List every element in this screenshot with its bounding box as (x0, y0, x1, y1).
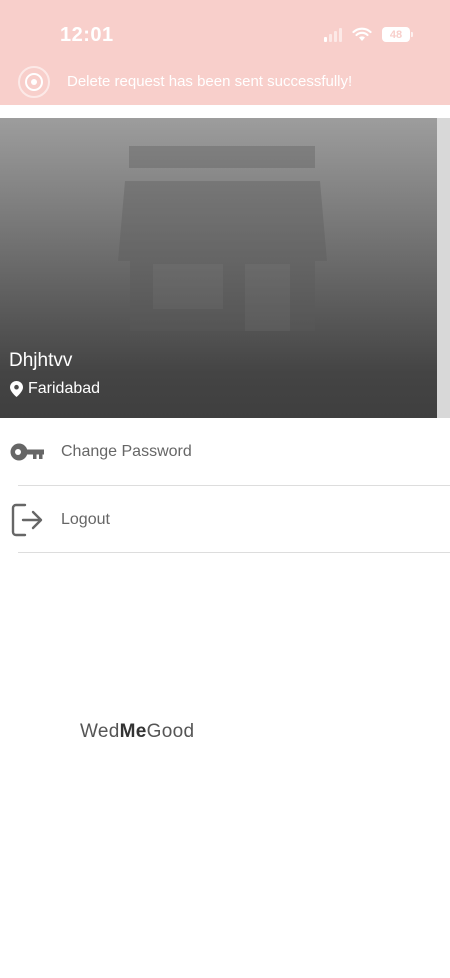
brand-part-2: Me (119, 721, 147, 742)
status-time: 12:01 (60, 24, 114, 46)
divider (18, 552, 450, 553)
toast-success-icon (18, 66, 50, 98)
wifi-icon (352, 27, 372, 41)
logout-item[interactable]: Logout (0, 486, 450, 553)
brand-part-1: Wed (80, 721, 120, 742)
status-icons: 48 (324, 27, 413, 42)
signal-icon (324, 27, 342, 42)
vendor-name: Dhjhtvv (9, 350, 73, 371)
vendor-cover-image: Dhjhtvv Faridabad (0, 118, 437, 418)
brand-part-3: Good (146, 721, 195, 742)
change-password-label: Change Password (61, 442, 192, 460)
vendor-location: Faridabad (10, 380, 100, 398)
toast-banner: 12:01 48 Delete request has been sent su… (0, 0, 450, 105)
location-pin-icon (10, 381, 23, 397)
key-icon (9, 434, 45, 470)
logout-label: Logout (61, 510, 110, 528)
vendor-location-text: Faridabad (28, 380, 101, 397)
toast-message: Delete request has been sent successfull… (67, 73, 353, 90)
change-password-item[interactable]: Change Password (0, 418, 450, 485)
logout-icon (9, 502, 45, 538)
store-placeholder-icon (118, 146, 327, 331)
brand-logo: WedMeGood (80, 721, 194, 743)
scrollbar[interactable] (437, 118, 450, 418)
battery-icon: 48 (382, 27, 413, 42)
